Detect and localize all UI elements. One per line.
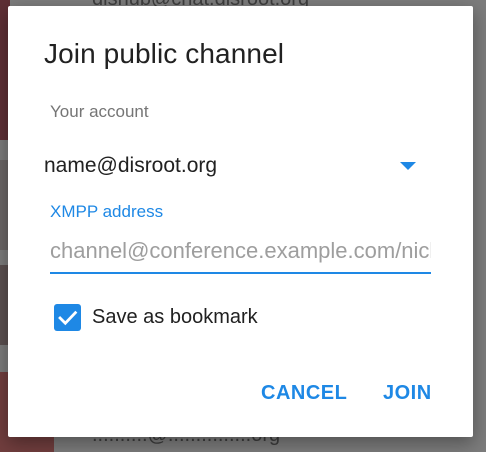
dialog-title: Join public channel: [44, 38, 285, 69]
account-dropdown[interactable]: name@disroot.org: [44, 146, 416, 186]
check-icon: [58, 310, 78, 326]
dropdown-arrow-icon: [400, 162, 416, 170]
xmpp-address-field: [50, 230, 431, 274]
bookmark-label: Save as bookmark: [92, 306, 258, 328]
xmpp-address-label: XMPP address: [50, 202, 164, 221]
join-button[interactable]: JOIN: [383, 382, 432, 405]
xmpp-address-input[interactable]: [50, 234, 431, 268]
join-channel-dialog: Join public channel Your account name@di…: [8, 6, 473, 437]
cancel-button[interactable]: CANCEL: [261, 382, 347, 405]
save-bookmark-option[interactable]: Save as bookmark: [54, 302, 294, 332]
account-selected-value: name@disroot.org: [44, 154, 218, 177]
bookmark-checkbox[interactable]: [54, 304, 81, 331]
account-label: Your account: [50, 102, 149, 121]
